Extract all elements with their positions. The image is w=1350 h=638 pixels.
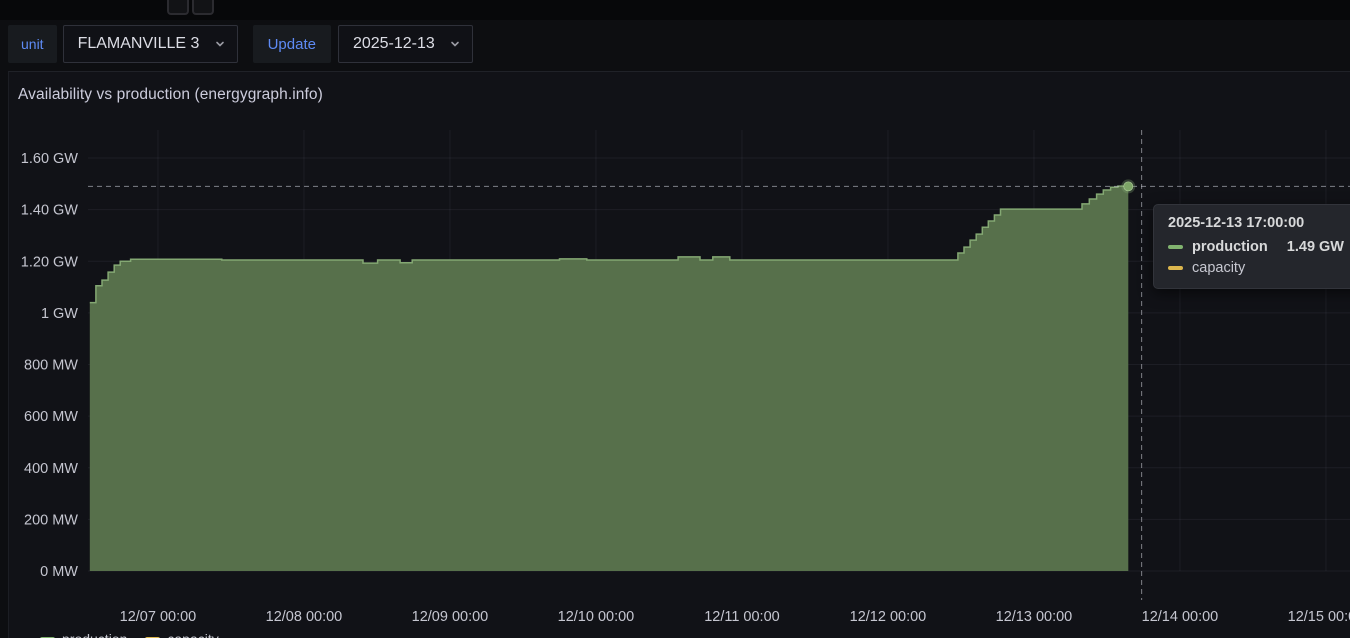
legend-label: production [62,631,127,638]
tooltip-row-production: production 1.49 GW [1168,239,1350,255]
tooltip-series-name: production [1192,239,1268,255]
y-axis-tick-label: 1.60 GW [21,151,79,167]
chart-tooltip: 2025-12-13 17:00:00 production 1.49 GW c… [1153,204,1350,289]
y-axis-tick-label: 1.20 GW [21,254,79,270]
y-axis-tick-label: 0 MW [40,564,78,580]
y-axis-tick-label: 1.40 GW [21,203,79,219]
production-series-swatch [1168,245,1183,249]
legend-item-production[interactable]: production [40,631,127,638]
legend-label: capacity [167,631,218,638]
production-area [90,186,1129,571]
x-axis-tick-label: 12/09 00:00 [412,609,489,625]
x-axis-tick-label: 12/07 00:00 [120,609,197,625]
y-axis-tick-label: 1 GW [41,306,78,322]
capacity-series-swatch [1168,266,1183,270]
tooltip-series-value: 1.49 GW [1287,239,1344,255]
x-axis-tick-label: 12/13 00:00 [996,609,1073,625]
y-axis-tick-label: 800 MW [24,358,78,374]
tooltip-series-name: capacity [1192,260,1245,276]
x-axis-tick-label: 12/15 00:00 [1288,609,1350,625]
x-axis-tick-label: 12/11 00:00 [704,609,780,625]
chart-legend: production capacity [40,631,219,638]
chart-svg[interactable]: 0 MW 200 MW 400 MW 600 MW 800 MW 1 GW 1.20 GW 1… [0,0,1350,638]
legend-item-capacity[interactable]: capacity [145,631,218,638]
x-axis-tick-label: 12/14 00:00 [1142,609,1219,625]
hover-point-dot [1124,182,1133,191]
page: unit FLAMANVILLE 3 Update 2025-12-13 Ava… [0,0,1350,638]
x-axis-tick-label: 12/10 00:00 [558,609,635,625]
x-axis-tick-label: 12/12 00:00 [850,609,927,625]
y-axis-tick-label: 600 MW [24,409,78,425]
x-axis-tick-label: 12/08 00:00 [266,609,343,625]
tooltip-time: 2025-12-13 17:00:00 [1168,215,1350,231]
y-axis-tick-label: 200 MW [24,512,78,528]
y-axis-tick-label: 400 MW [24,461,78,477]
tooltip-row-capacity: capacity [1168,260,1350,276]
